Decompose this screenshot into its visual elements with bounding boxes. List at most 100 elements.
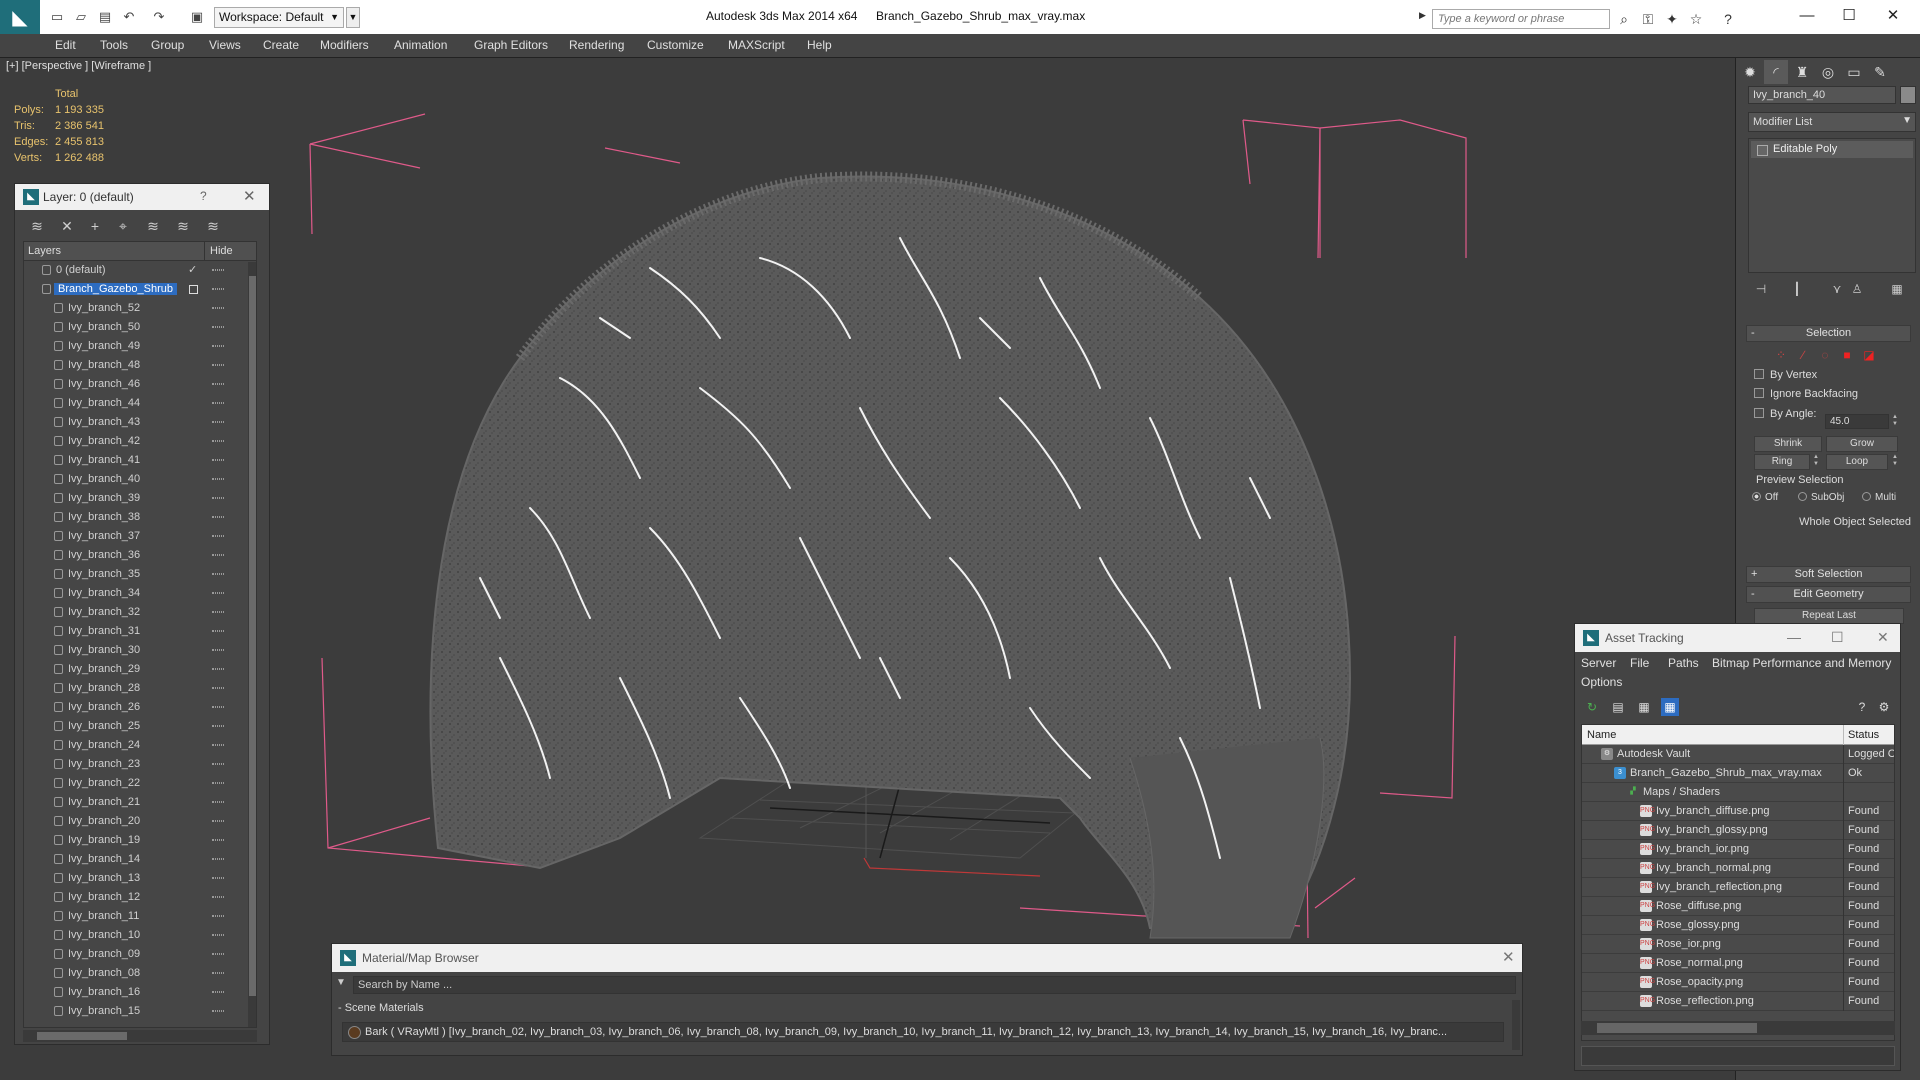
binoculars-icon[interactable]: ⌕ <box>1616 11 1632 27</box>
col-hide[interactable]: Hide <box>210 245 233 257</box>
modify-tab-icon[interactable]: ◜ <box>1764 60 1788 84</box>
loop-button[interactable]: Loop <box>1826 454 1888 470</box>
hide-toggle[interactable] <box>212 991 224 993</box>
layer-row[interactable]: Ivy_branch_52 <box>24 299 256 318</box>
hide-toggle[interactable] <box>212 554 224 556</box>
layer-panel-titlebar[interactable]: ◣ Layer: 0 (default) ? ✕ <box>15 184 269 210</box>
layer-row[interactable]: Branch_Gazebo_Shrub <box>24 280 256 299</box>
menu-rendering[interactable]: Rendering <box>569 38 624 52</box>
menu-options[interactable]: Options <box>1581 675 1622 689</box>
create-layer-icon[interactable]: ≋ <box>27 216 47 236</box>
menu-modifiers[interactable]: Modifiers <box>320 38 369 52</box>
hide-toggle[interactable] <box>212 478 224 480</box>
hide-toggle[interactable] <box>212 877 224 879</box>
close-icon[interactable]: ✕ <box>243 187 256 205</box>
scroll-thumb[interactable] <box>249 276 256 996</box>
minimize-icon[interactable]: — <box>1787 629 1801 645</box>
hide-toggle[interactable] <box>212 649 224 651</box>
menu-tools[interactable]: Tools <box>100 38 128 52</box>
layer-row[interactable]: Ivy_branch_42 <box>24 432 256 451</box>
workspace-menu-button[interactable]: ▼ <box>346 7 360 28</box>
asset-row[interactable]: PNG Ivy_branch_ior.png Found <box>1582 840 1894 859</box>
communication-center-icon[interactable]: ✦ <box>1664 11 1680 27</box>
active-layer-check-icon[interactable]: ✓ <box>188 263 197 276</box>
hide-toggle[interactable] <box>212 1010 224 1012</box>
hide-toggle[interactable] <box>212 972 224 974</box>
minimize-icon[interactable]: — <box>1790 6 1824 26</box>
search-input[interactable]: Type a keyword or phrase <box>1432 9 1610 29</box>
layer-row[interactable]: Ivy_branch_11 <box>24 907 256 926</box>
col-name[interactable]: Name <box>1587 729 1616 741</box>
hide-toggle[interactable] <box>212 345 224 347</box>
hide-toggle[interactable] <box>212 269 224 271</box>
hide-toggle[interactable] <box>212 592 224 594</box>
horizontal-scrollbar[interactable] <box>1581 1021 1895 1035</box>
hide-toggle[interactable] <box>212 915 224 917</box>
maximize-icon[interactable]: ☐ <box>1831 629 1844 646</box>
thumbnail-view-icon[interactable]: ▦ <box>1635 698 1653 716</box>
hide-toggle[interactable] <box>212 744 224 746</box>
menu-bitmap-performance[interactable]: Bitmap Performance and Memory <box>1712 656 1891 670</box>
layer-row[interactable]: 0 (default) ✓ <box>24 261 256 280</box>
hide-toggle[interactable] <box>212 858 224 860</box>
hide-toggle[interactable] <box>212 440 224 442</box>
preview-off-radio[interactable]: Off <box>1752 492 1778 503</box>
hide-toggle[interactable] <box>212 288 224 290</box>
layer-row[interactable]: Ivy_branch_10 <box>24 926 256 945</box>
layer-row[interactable]: Ivy_branch_40 <box>24 470 256 489</box>
hide-toggle[interactable] <box>212 573 224 575</box>
layer-row[interactable]: Ivy_branch_23 <box>24 755 256 774</box>
element-mode-icon[interactable]: ◪ <box>1862 348 1876 362</box>
asset-row[interactable]: PNG Ivy_branch_glossy.png Found <box>1582 821 1894 840</box>
object-color-swatch[interactable] <box>1900 86 1916 104</box>
asset-row[interactable]: PNG Ivy_branch_normal.png Found <box>1582 859 1894 878</box>
hide-toggle[interactable] <box>212 839 224 841</box>
object-name-field[interactable]: Ivy_branch_40 <box>1748 86 1896 104</box>
search-expand-icon[interactable]: ▶ <box>1419 10 1429 24</box>
layer-row[interactable]: Ivy_branch_43 <box>24 413 256 432</box>
hide-toggle[interactable] <box>212 364 224 366</box>
layer-row[interactable]: Ivy_branch_29 <box>24 660 256 679</box>
hide-toggle[interactable] <box>212 953 224 955</box>
hide-toggle[interactable] <box>212 383 224 385</box>
close-icon[interactable]: ✕ <box>1876 6 1910 26</box>
layer-row[interactable]: Ivy_branch_44 <box>24 394 256 413</box>
new-file-icon[interactable]: ▭ <box>48 8 66 26</box>
layer-row[interactable]: Ivy_branch_14 <box>24 850 256 869</box>
layer-row[interactable]: Ivy_branch_41 <box>24 451 256 470</box>
asset-row[interactable]: PNG Ivy_branch_reflection.png Found <box>1582 878 1894 897</box>
col-status[interactable]: Status <box>1848 729 1879 741</box>
redo-icon[interactable]: ↷ <box>150 8 168 26</box>
asset-row[interactable]: PNG Rose_opacity.png Found <box>1582 973 1894 992</box>
undo-icon[interactable]: ↶ <box>120 8 138 26</box>
menu-edit[interactable]: Edit <box>55 38 76 52</box>
shrink-button[interactable]: Shrink <box>1754 436 1822 452</box>
menu-paths[interactable]: Paths <box>1668 656 1699 670</box>
loop-spinner[interactable]: ▲ ▼ <box>1891 454 1899 469</box>
help-button[interactable]: ? <box>200 189 207 203</box>
workspace-dropdown[interactable]: Workspace: Default ▼ <box>214 7 344 28</box>
close-icon[interactable]: ✕ <box>1877 629 1889 646</box>
hide-toggle[interactable] <box>212 611 224 613</box>
preview-multi-radio[interactable]: Multi <box>1862 492 1896 503</box>
asset-row[interactable]: ⚙ Autodesk Vault Logged C <box>1582 745 1894 764</box>
menu-help[interactable]: Help <box>807 38 832 52</box>
edge-mode-icon[interactable]: ∕ <box>1796 348 1810 362</box>
hide-toggle[interactable] <box>212 459 224 461</box>
preview-subobj-radio[interactable]: SubObj <box>1798 492 1844 503</box>
vertical-scrollbar[interactable] <box>248 262 256 1027</box>
layer-row[interactable]: Ivy_branch_50 <box>24 318 256 337</box>
menu-server[interactable]: Server <box>1581 656 1616 670</box>
layer-row[interactable]: Ivy_branch_49 <box>24 337 256 356</box>
layer-row[interactable]: Ivy_branch_19 <box>24 831 256 850</box>
project-folder-icon[interactable]: ▣ <box>188 8 206 26</box>
layer-row[interactable]: Ivy_branch_12 <box>24 888 256 907</box>
asset-tracking-titlebar[interactable]: ◣ Asset Tracking — ☐ ✕ <box>1575 624 1900 652</box>
layer-row[interactable]: Ivy_branch_39 <box>24 489 256 508</box>
hierarchy-tab-icon[interactable]: ♜ <box>1790 60 1814 84</box>
layer-row[interactable]: Ivy_branch_46 <box>24 375 256 394</box>
grow-button[interactable]: Grow <box>1826 436 1898 452</box>
hide-toggle[interactable] <box>212 516 224 518</box>
asset-row[interactable]: PNG Rose_reflection.png Found <box>1582 992 1894 1011</box>
menu-file[interactable]: File <box>1630 656 1649 670</box>
